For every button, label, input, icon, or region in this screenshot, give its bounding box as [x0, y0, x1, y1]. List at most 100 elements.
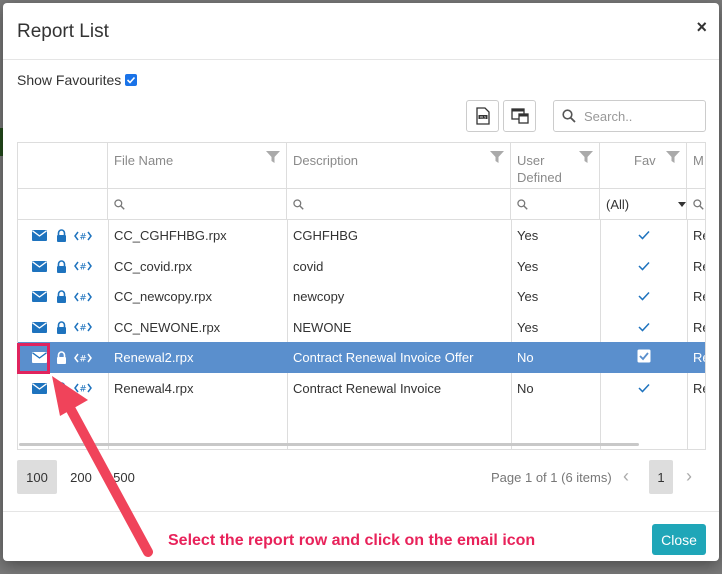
page-size-500[interactable]: 500 — [104, 460, 144, 494]
lock-icon[interactable] — [50, 287, 72, 307]
check-icon — [127, 76, 136, 84]
filter-icon[interactable] — [579, 151, 593, 163]
table-row[interactable]: # Renewal2.rpx Contract Renewal Invoice … — [18, 342, 705, 373]
fav-check-icon[interactable] — [637, 381, 650, 396]
row-actions: # — [22, 373, 108, 404]
filter-cell-description[interactable] — [287, 189, 511, 220]
cell-more: Re — [687, 312, 705, 343]
export-xls-button[interactable]: XLS — [466, 100, 499, 132]
cell-description: NEWONE — [287, 312, 511, 343]
lock-icon[interactable] — [50, 378, 72, 398]
header-user-defined-label-2: Defined — [517, 170, 562, 185]
lock-icon[interactable] — [50, 226, 72, 246]
page-number-current[interactable]: 1 — [649, 460, 673, 494]
filter-cell-user-defined[interactable] — [511, 189, 600, 220]
table-row[interactable]: # CC_NEWONE.rpx NEWONE Yes Re — [18, 312, 705, 343]
cell-file-name: Renewal4.rpx — [108, 373, 287, 404]
email-icon[interactable] — [28, 378, 50, 398]
search-icon — [114, 199, 125, 210]
header-user-defined[interactable]: User Defined — [511, 143, 600, 189]
cell-fav[interactable] — [600, 312, 687, 343]
table-row[interactable]: # CC_covid.rpx covid Yes Re — [18, 251, 705, 282]
table-row[interactable]: # CC_CGHFHBG.rpx CGHFHBG Yes Re — [18, 220, 705, 251]
lock-icon[interactable] — [50, 256, 72, 276]
annotation-text: Select the report row and click on the e… — [168, 532, 536, 549]
fav-filter-value: (All) — [606, 197, 630, 212]
lock-icon[interactable] — [50, 348, 72, 368]
search-icon — [293, 199, 304, 210]
column-chooser-icon — [510, 108, 529, 124]
fav-check-icon[interactable] — [637, 259, 650, 274]
code-icon[interactable]: # — [72, 317, 94, 337]
svg-text:#: # — [79, 232, 87, 242]
email-icon[interactable] — [28, 317, 50, 337]
filter-cell-fav[interactable]: (All) — [600, 189, 687, 220]
code-icon[interactable]: # — [72, 287, 94, 307]
page-size-200[interactable]: 200 — [61, 460, 101, 494]
fav-check-icon[interactable] — [637, 349, 651, 366]
page-size-100[interactable]: 100 — [17, 460, 57, 494]
fav-filter-select[interactable]: (All) — [606, 197, 686, 212]
filter-cell-more[interactable] — [687, 189, 705, 220]
cell-fav[interactable] — [600, 220, 687, 251]
search-input[interactable] — [584, 108, 694, 124]
file-name-text: Renewal2.rpx — [114, 350, 194, 365]
cell-fav[interactable] — [600, 281, 687, 312]
cell-more: Re — [687, 220, 705, 251]
filter-icon[interactable] — [266, 151, 280, 163]
more-text: Re — [693, 380, 705, 396]
cell-description: Contract Renewal Invoice Offer — [287, 342, 511, 373]
filter-icon[interactable] — [666, 151, 680, 163]
table-row[interactable]: # Renewal4.rpx Contract Renewal Invoice … — [18, 373, 705, 404]
cell-fav[interactable] — [600, 373, 687, 404]
row-actions: # — [22, 281, 108, 312]
filter-cell-file-name[interactable] — [108, 189, 287, 220]
cell-fav[interactable] — [600, 251, 687, 282]
email-icon[interactable] — [28, 287, 50, 307]
horizontal-scrollbar[interactable] — [19, 443, 639, 446]
file-name-text: CC_newcopy.rpx — [114, 289, 213, 304]
more-text: Re — [693, 289, 705, 304]
fav-check-icon[interactable] — [637, 289, 650, 304]
code-icon[interactable]: # — [72, 348, 94, 368]
cell-user-defined: Yes — [511, 251, 600, 282]
modal-title: Report List — [17, 21, 109, 42]
search-box[interactable] — [553, 100, 706, 132]
description-text: NEWONE — [293, 319, 352, 335]
code-icon[interactable]: # — [72, 378, 94, 398]
email-icon[interactable] — [28, 256, 50, 276]
description-text: Contract Renewal Invoice — [293, 380, 442, 396]
filter-row: (All) — [18, 189, 705, 220]
close-x-icon[interactable]: × — [696, 17, 707, 38]
user-defined-text: Yes — [517, 319, 539, 335]
filter-icon[interactable] — [490, 151, 504, 163]
header-more[interactable]: M — [687, 143, 705, 189]
svg-text:#: # — [79, 385, 87, 395]
header-file-name[interactable]: File Name — [108, 143, 287, 189]
cell-fav[interactable] — [600, 342, 687, 373]
lock-icon[interactable] — [50, 317, 72, 337]
pager: 100 200 500 Page 1 of 1 (6 items) ‹ 1 › — [17, 460, 706, 494]
fav-check-icon[interactable] — [637, 320, 650, 335]
header-fav[interactable]: Fav — [600, 143, 687, 189]
code-icon[interactable]: # — [72, 256, 94, 276]
search-icon — [693, 199, 704, 210]
close-button[interactable]: Close — [652, 524, 706, 555]
table-row[interactable]: # CC_newcopy.rpx newcopy Yes Re — [18, 281, 705, 312]
prev-page-icon[interactable]: ‹ — [623, 466, 629, 487]
column-chooser-button[interactable] — [503, 100, 536, 132]
header-description[interactable]: Description — [287, 143, 511, 189]
fav-check-icon[interactable] — [637, 228, 650, 243]
email-icon[interactable] — [28, 226, 50, 246]
row-actions: # — [22, 312, 108, 343]
show-favourites-checkbox[interactable] — [125, 74, 138, 86]
user-defined-text: Yes — [517, 289, 539, 304]
svg-text:#: # — [79, 324, 87, 334]
code-icon[interactable]: # — [72, 226, 94, 246]
show-favourites-row: Show Favourites — [17, 72, 138, 88]
header-file-name-label: File Name — [114, 153, 174, 168]
cell-file-name: CC_CGHFHBG.rpx — [108, 220, 287, 251]
filter-cell-actions — [18, 189, 108, 220]
xls-file-icon: XLS — [475, 107, 490, 125]
next-page-icon[interactable]: › — [686, 466, 692, 487]
